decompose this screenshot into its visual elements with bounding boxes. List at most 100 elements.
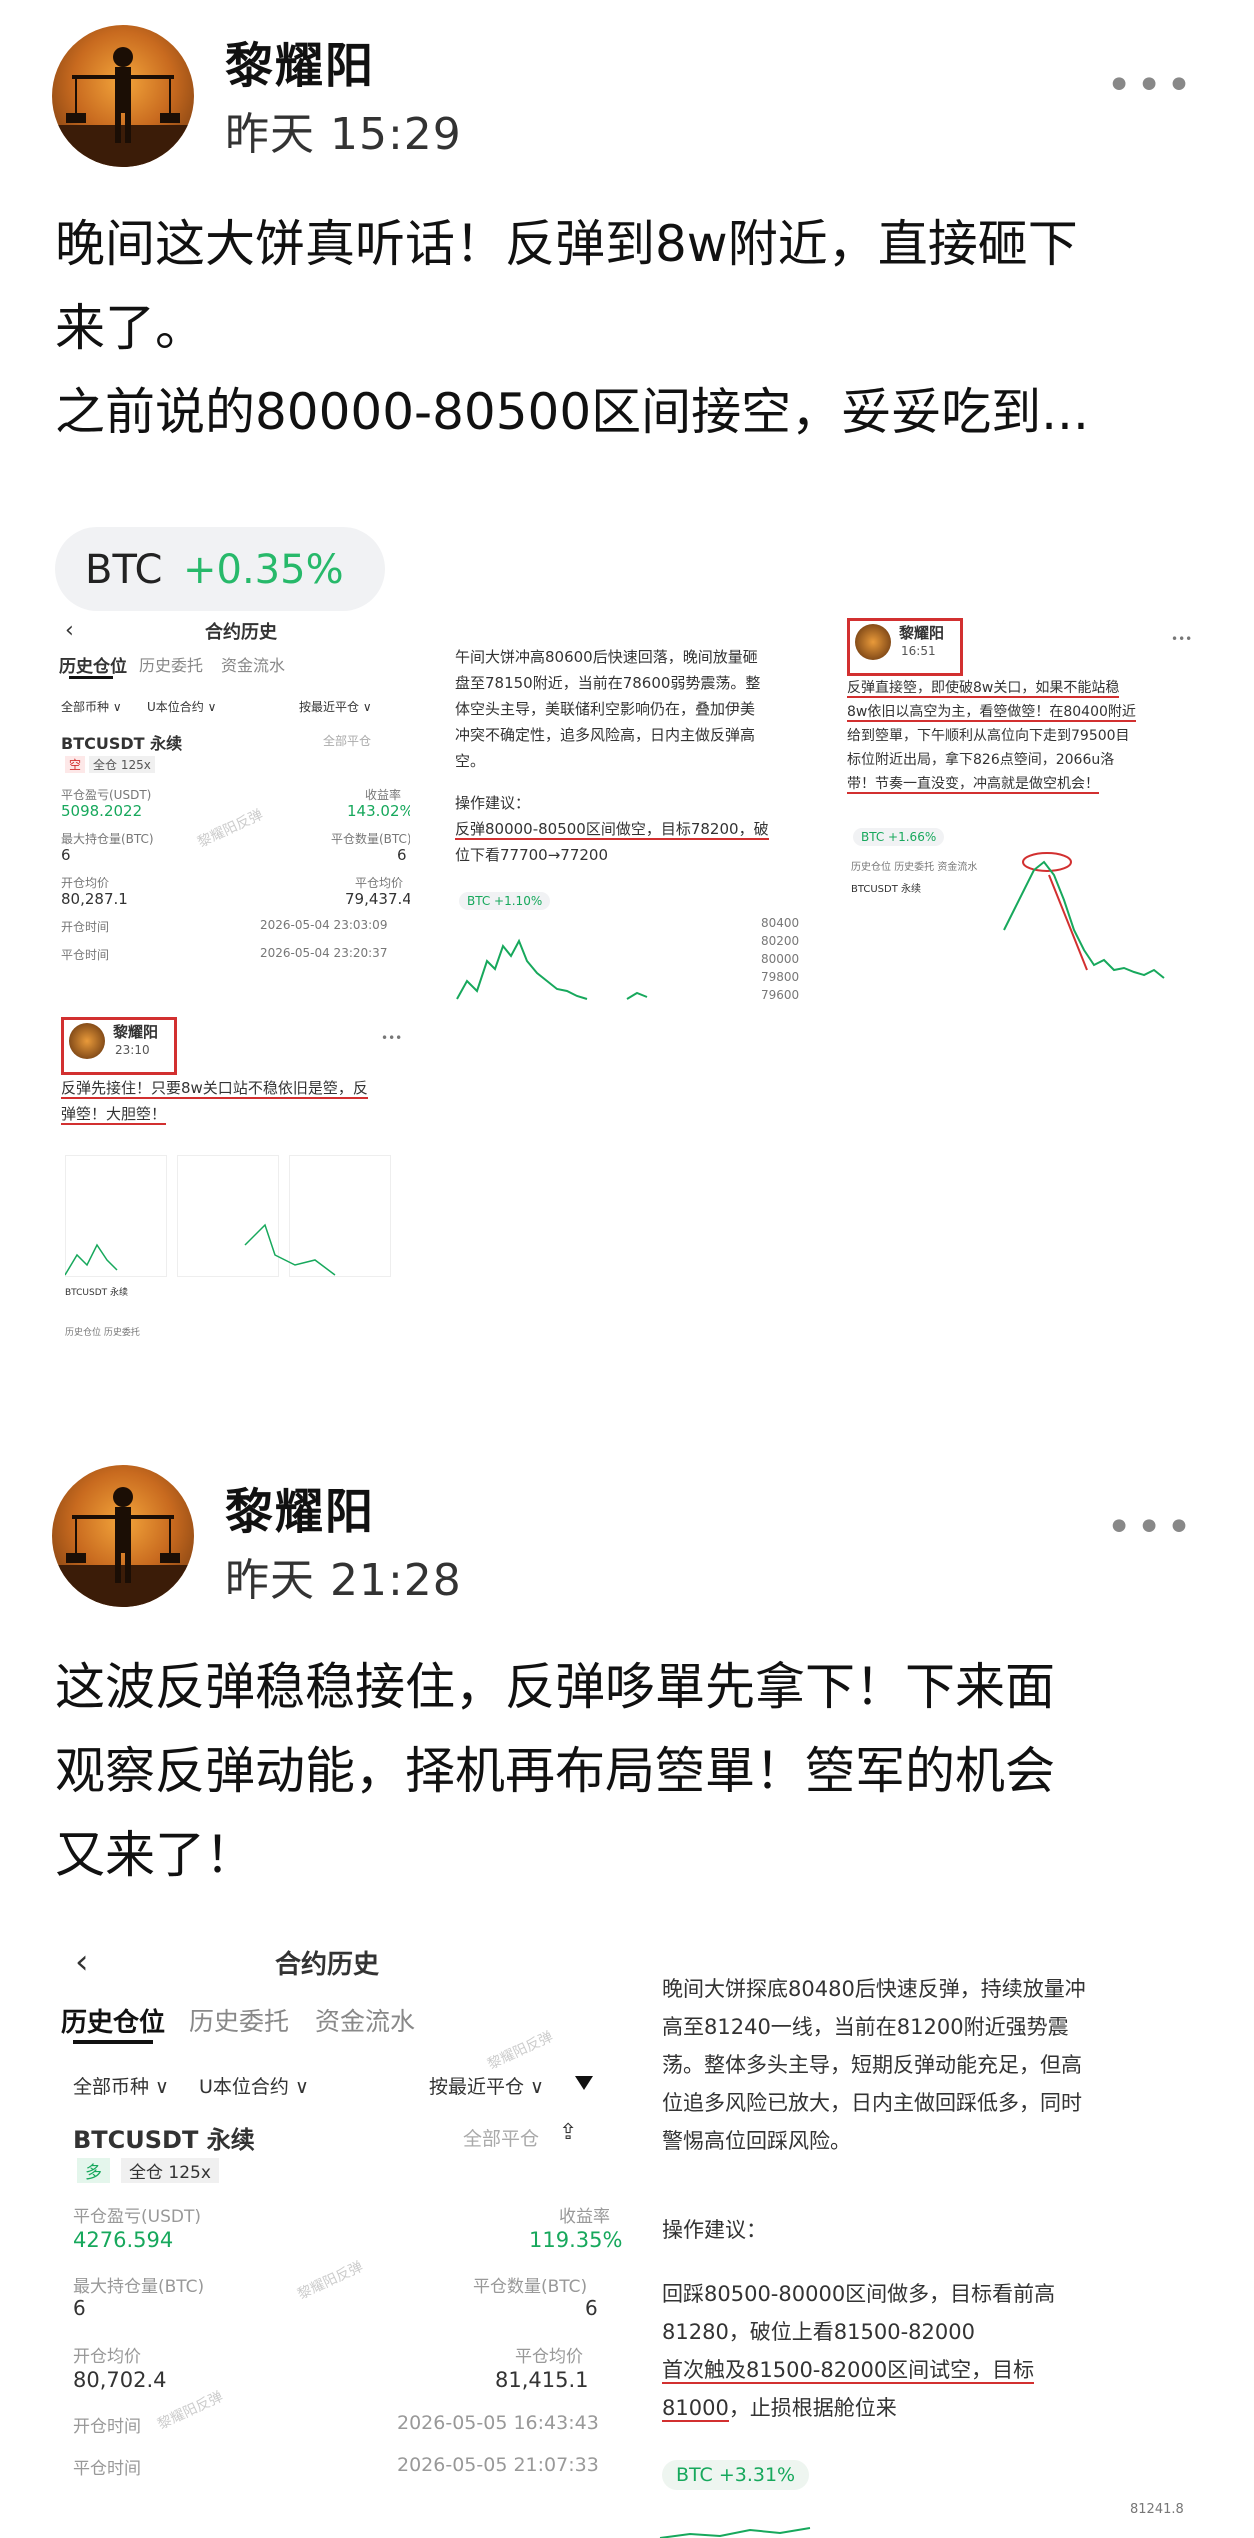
axis-tick: 79600 (761, 988, 800, 1001)
close-all-label[interactable]: 全部平仓 (463, 2124, 539, 2151)
axis-tick: 79800 (761, 970, 800, 984)
repost-line: 给到箜單，下午顺利从高位向下走到79500目 (847, 728, 1130, 744)
tab-fund-flow: 资金流水 (221, 656, 286, 675)
label-open-avg: 开仓均价 (73, 2347, 141, 2367)
label-pnl: 平仓盈亏(USDT) (61, 788, 152, 802)
advice-line: 反弹80000-80500区间做空，目标78200，破 (455, 818, 769, 840)
tab-history-position: 历史仓位 (61, 2008, 166, 2038)
tab-underline (69, 676, 113, 679)
label-pnl: 平仓盈亏(USDT) (73, 2207, 201, 2227)
filter-coin: 全部币种 ∨ (73, 2076, 169, 2098)
watermark: 黎耀阳反弹 (295, 2258, 366, 2303)
post-text-line: 来了。 (55, 299, 205, 357)
advice-line: 81280，破位上看81500-82000 (662, 2320, 975, 2344)
post-time: 昨天 15:29 (225, 109, 462, 160)
nested-screenshots: BTCUSDT 永续 历史仓位 历史委托 (65, 1155, 405, 1395)
label-close-qty: 平仓数量(BTC) (331, 832, 410, 846)
analysis-line: 荡。整体多头主导，短期反弹动能充足，但高 (662, 2053, 1082, 2077)
post-text-line: 观察反弹动能，择机再布局箜單！箜军的机会 (55, 1742, 1055, 1800)
repost-text: 反弹直接箜，即使破8w关口，如果不能站稳 8w依旧以高空为主，看箜做箜！在804… (847, 676, 1197, 796)
mini-contract: BTCUSDT 永续 (851, 884, 922, 895)
btc-chip[interactable]: BTC +3.31% (662, 2460, 810, 2490)
analysis-line: 盘至78150附近，当前在78600弱势震荡。整 (455, 674, 761, 692)
value-pnl: 4276.594 (73, 2228, 174, 2252)
author-avatar[interactable] (52, 1465, 194, 1607)
repost-line: 8w依旧以高空为主，看箜做箜！在80400附近 (847, 704, 1136, 722)
price-mini-chart (1003, 852, 1165, 979)
label-close-avg: 平仓均价 (355, 876, 404, 890)
image-thumb-5[interactable]: ‹ 合约历史 历史仓位 历史委托 资金流水 全部币种 ∨ U本位合约 ∨ 按最近… (55, 1940, 630, 2538)
post-2-text[interactable]: 这波反弹稳稳接住，反弹哆單先拿下！下来面 观察反弹动能，择机再布局箜單！箜军的机… (55, 1645, 1205, 1897)
value-close-avg: 79,437.4 (345, 890, 410, 908)
avatar-silhouette-icon (52, 47, 194, 167)
value-pnl: 5098.2022 (61, 802, 143, 820)
post-1-header: 黎耀阳 昨天 15:29 ••• (0, 0, 1254, 170)
filter-funnel-icon[interactable] (575, 2076, 593, 2090)
filter-contract: U本位合约 ∨ (147, 700, 217, 714)
advice-highlight: 81000 (662, 2396, 729, 2422)
analysis-text: 午间大饼冲高80600后快速回落，晚间放量砸 盘至78150附近，当前在7860… (455, 644, 805, 774)
tab-history-orders: 历史委托 (189, 2007, 290, 2036)
chip-symbol: BTC (85, 547, 163, 593)
post-2-header: 黎耀阳 昨天 21:28 ••• (0, 1452, 1254, 1622)
mini-tabs: 历史仓位 历史委托 资金流水 (851, 862, 978, 873)
advice-line: 首次触及81500-82000区间试空，目标 (662, 2354, 1035, 2384)
value-roi: 143.02% (347, 802, 410, 820)
value-roi: 119.35% (529, 2228, 623, 2252)
avatar-silhouette-icon (52, 1487, 194, 1607)
mini-time: 16:51 (901, 644, 936, 658)
post-1-text[interactable]: 晚间这大饼真听话！反弹到8w附近，直接砸下 来了。 之前说的80000-8050… (55, 202, 1205, 454)
post-time: 昨天 21:28 (225, 1555, 462, 1606)
contract-name: BTCUSDT 永续 (73, 2126, 255, 2154)
share-icon[interactable]: ⇪ (559, 2120, 577, 2145)
analysis-line: 体空头主导，美联储利空影响仍在，叠加伊美 (455, 700, 756, 718)
axis-tick: 80000 (761, 952, 800, 966)
btc-price-chip[interactable]: BTC +0.35% (55, 527, 385, 611)
more-options-icon[interactable]: ••• (1106, 1502, 1196, 1553)
analysis-text: 晚间大饼探底80480后快速反弹，持续放量冲 高至81240一线，当前在8120… (662, 1970, 1207, 2160)
label-open-avg: 开仓均价 (61, 876, 110, 890)
tab-fund-flow: 资金流水 (315, 2007, 416, 2036)
tag-direction: 空 (65, 756, 86, 773)
analysis-line: 位追多风险已放大，日内主做回踩低多，同时 (662, 2091, 1082, 2115)
more-options-icon[interactable]: ••• (1106, 60, 1196, 111)
image-thumb-3[interactable]: 黎耀阳 16:51 ••• 反弹直接箜，即使破8w关口，如果不能站稳 8w依旧以… (843, 618, 1199, 1001)
filter-sort: 按最近平仓 ∨ (429, 2076, 544, 2098)
label-close-time: 平仓时间 (61, 948, 110, 962)
advice-line: 81000，止损根据舱位来 (662, 2396, 897, 2422)
label-open-time: 开仓时间 (73, 2417, 141, 2437)
author-name[interactable]: 黎耀阳 (225, 1472, 375, 1542)
advice-highlight: 首次触及81500-82000区间试空，目标 (662, 2358, 1035, 2384)
author-name[interactable]: 黎耀阳 (225, 26, 375, 96)
btc-chip: BTC +1.10% (459, 892, 551, 910)
author-avatar[interactable] (52, 25, 194, 167)
contract-name: BTCUSDT 永续 (61, 734, 183, 753)
tag-leverage: 全仓 125x (89, 756, 155, 773)
repost-line: 标位附近出局，拿下826点箜间，2066u洛 (847, 752, 1115, 768)
value-close-time: 2026-05-05 21:07:33 (397, 2454, 599, 2476)
watermark: 黎耀阳反弹 (485, 2028, 556, 2073)
repost-line: 反弹先接住！只要8w关口站不稳依旧是箜，反 (61, 1079, 368, 1099)
mini-author: 黎耀阳 (899, 624, 945, 642)
label-max-pos: 最大持仓量(BTC) (61, 832, 154, 846)
analysis-line: 午间大饼冲高80600后快速回落，晚间放量砸 (455, 648, 758, 666)
thumb-title: 合约历史 (205, 622, 277, 643)
value-close-qty: 6 (397, 846, 407, 864)
filter-coin: 全部币种 ∨ (61, 700, 122, 714)
tab-underline (73, 2040, 153, 2044)
value-open-time: 2026-05-05 16:43:43 (397, 2412, 599, 2434)
value-close-time: 2026-05-04 23:20:37 (260, 946, 388, 960)
back-chevron-icon: ‹ (65, 618, 74, 643)
image-thumb-2[interactable]: 午间大饼冲高80600后快速回落，晚间放量砸 盘至78150附近，当前在7860… (447, 618, 807, 1001)
mini-avatar (855, 624, 891, 660)
axis-tick: 80400 (761, 916, 800, 930)
value-open-avg: 80,702.4 (73, 2368, 167, 2392)
more-options-icon: ••• (381, 1031, 403, 1045)
tag-leverage: 全仓 125x (121, 2158, 219, 2183)
image-thumb-6[interactable]: 晚间大饼探底80480后快速反弹，持续放量冲 高至81240一线，当前在8120… (650, 1940, 1210, 2538)
image-thumb-4[interactable]: 黎耀阳 23:10 ••• 反弹先接住！只要8w关口站不稳依旧是箜，反 弹箜！大… (55, 1015, 410, 1398)
image-thumb-1[interactable]: ‹ 合约历史 历史仓位 历史委托 资金流水 全部币种 ∨ U本位合约 ∨ 按最近… (55, 618, 410, 1001)
filter-sort: 按最近平仓 ∨ (299, 700, 372, 714)
advice-line: 回踩80500-80000区间做多，目标看前高 (662, 2282, 1056, 2306)
watermark: 黎耀阳反弹 (155, 2388, 226, 2433)
